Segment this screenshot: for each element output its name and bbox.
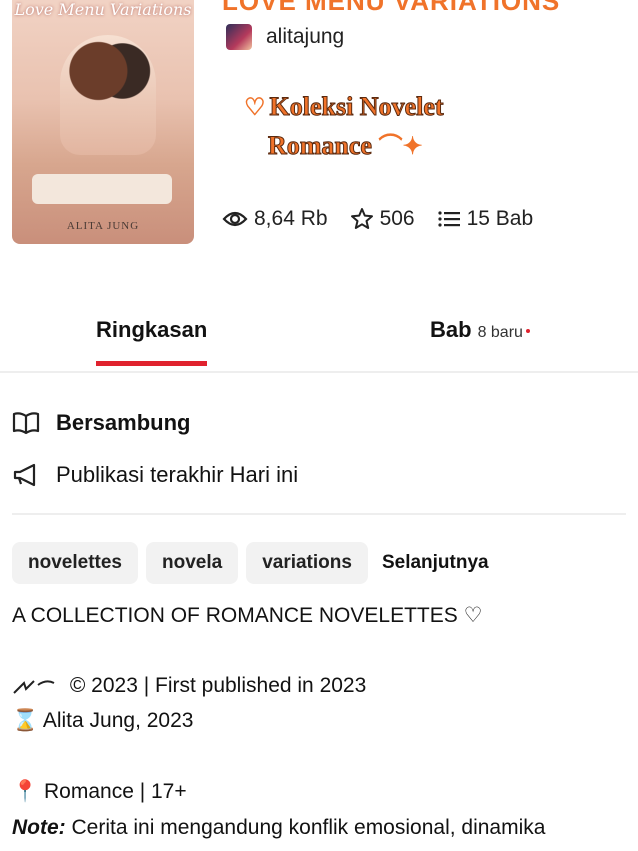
description-line2: © 2023 | First published in 2023 [12,674,366,698]
description-line4: 📍 Romance | 17+ [12,780,187,804]
copyright-text: © 2023 | First published in 2023 [69,674,367,697]
open-book-icon [12,412,40,435]
votes-count: 506 [379,207,415,230]
heart-icon: ♡ [244,95,266,121]
promo-line1: Koleksi Novelet [269,92,444,122]
reads-stat: 8,64 Rb [222,207,328,231]
book-title: LOVE MENU VARIATIONS [222,0,561,16]
tab-bar: Ringkasan Bab 8 baru [0,303,638,373]
chapters-count: 15 Bab [466,207,534,230]
tab-chapters-label: Bab [430,317,472,342]
tags-more-button[interactable]: Selanjutnya [376,552,489,574]
last-published-text: Publikasi terakhir Hari ini [56,462,299,487]
cover-author: ALITA JUNG [66,220,140,232]
tag-variations[interactable]: variations [246,542,368,584]
genre-text: Romance | 17+ [44,780,187,803]
note-text: Cerita ini mengandung konflik emosional,… [71,816,546,839]
status-last-published: Publikasi terakhir Hari ini [12,462,298,488]
author-link[interactable]: alitajung [226,24,344,50]
sparkle-icon: ⌒✦ [378,134,423,160]
cover-illustration [60,35,156,155]
pin-icon: 📍 [12,780,39,803]
description-line1: A COLLECTION OF ROMANCE NOVELETTES ♡ [12,604,483,627]
tag-list: novelettes novela variations Selanjutnya [12,542,489,584]
cover-table [32,174,172,204]
promo-line2: Romance [268,131,373,161]
promo-text: ♡ Koleksi Novelet Romance ⌒✦ [244,88,524,166]
status-completion: Bersambung [12,410,190,436]
votes-stat: 506 [350,207,415,231]
description-note: Note: Cerita ini mengandung konflik emos… [12,816,545,840]
book-cover[interactable]: Love Menu Variations ALITA JUNG [12,0,194,244]
tab-chapters[interactable]: Bab 8 baru [430,317,530,343]
signature-icon [13,680,55,695]
author-name: alitajung [266,25,345,48]
tab-summary[interactable]: Ringkasan [96,317,208,366]
reads-count: 8,64 Rb [254,207,328,230]
chapters-stat: 15 Bab [437,207,534,231]
status-text: Bersambung [56,410,191,435]
tag-novela[interactable]: novela [145,542,239,584]
note-label: Note: [12,816,66,839]
book-stats: 8,64 Rb 506 15 Bab [222,207,533,231]
hourglass-icon: ⌛ [12,709,39,732]
author-year-text: Alita Jung, 2023 [42,709,194,732]
star-icon [350,208,373,229]
new-chapters-badge: 8 baru [477,324,523,341]
new-dot [525,329,530,334]
list-icon [438,211,460,227]
tag-novelettes[interactable]: novelettes [12,542,138,584]
eye-icon [222,211,248,227]
avatar [226,24,252,50]
description-line3: ⌛ Alita Jung, 2023 [12,709,193,733]
megaphone-icon [13,463,36,487]
cover-title: Love Menu Variations [14,0,192,19]
divider [12,513,626,515]
